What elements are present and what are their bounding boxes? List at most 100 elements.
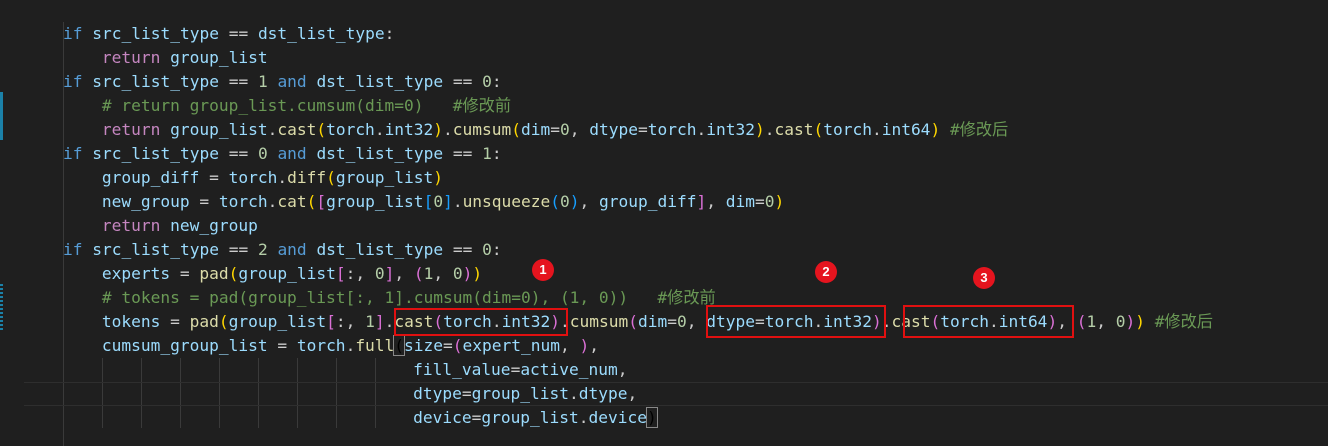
code-token: = bbox=[160, 312, 190, 331]
code-token: dim bbox=[638, 312, 668, 331]
code-token: 1 bbox=[423, 264, 434, 283]
code-token: return bbox=[101, 216, 161, 235]
code-token: ) bbox=[1135, 312, 1145, 331]
code-token: 0 bbox=[374, 264, 385, 283]
code-token: = bbox=[461, 384, 472, 403]
code-token: ( bbox=[550, 192, 561, 211]
code-line[interactable]: group_diff = torch.diff(group_list) bbox=[102, 166, 443, 190]
code-token: ( bbox=[628, 312, 639, 331]
code-token: experts bbox=[101, 264, 171, 283]
code-token: ) bbox=[774, 192, 785, 211]
code-token: : bbox=[491, 240, 502, 259]
code-token: == bbox=[218, 24, 258, 43]
code-line[interactable]: return new_group bbox=[102, 214, 258, 238]
code-line[interactable]: return group_list bbox=[102, 46, 268, 70]
code-token: = bbox=[443, 336, 453, 355]
code-token: ( bbox=[1076, 312, 1087, 331]
code-token: new_group bbox=[170, 216, 258, 235]
code-token: == bbox=[443, 144, 483, 163]
code-token: active_num bbox=[520, 360, 618, 379]
code-token: 0 bbox=[560, 192, 570, 211]
code-token: ( bbox=[511, 120, 522, 139]
modified-line-marker[interactable] bbox=[0, 284, 3, 332]
code-token: , bbox=[627, 384, 638, 403]
code-token: dst_list_type bbox=[316, 72, 444, 91]
code-token: 0 bbox=[482, 72, 492, 91]
modified-line-marker[interactable] bbox=[0, 92, 3, 140]
code-token: == bbox=[218, 72, 258, 91]
code-token: cumsum bbox=[569, 312, 629, 331]
code-token: ) bbox=[462, 264, 473, 283]
code-line[interactable]: if src_list_type == dst_list_type: bbox=[63, 22, 394, 46]
code-token: cumsum_group_list bbox=[101, 336, 268, 355]
code-line[interactable]: cumsum_group_list = torch.full(size=(exp… bbox=[102, 334, 599, 358]
code-token: [ bbox=[335, 264, 346, 283]
code-token: = bbox=[199, 168, 229, 187]
code-token: ) bbox=[646, 407, 658, 428]
code-token: , bbox=[589, 336, 599, 355]
code-token: . bbox=[267, 192, 278, 211]
code-token: return bbox=[101, 48, 161, 67]
code-token: 0 bbox=[1115, 312, 1126, 331]
code-token: . bbox=[452, 192, 463, 211]
code-line[interactable]: if src_list_type == 2 and dst_list_type … bbox=[63, 238, 502, 262]
code-token: torch bbox=[218, 192, 268, 211]
code-token: 2 bbox=[257, 240, 268, 259]
code-line[interactable]: if src_list_type == 1 and dst_list_type … bbox=[63, 70, 502, 94]
code-line[interactable]: new_group = torch.cat([group_list[0].uns… bbox=[102, 190, 784, 214]
code-token: dtype bbox=[413, 384, 462, 403]
code-token: ( bbox=[228, 264, 239, 283]
code-line[interactable]: fill_value=active_num, bbox=[413, 358, 627, 382]
code-token: ) bbox=[930, 120, 941, 139]
code-token: ) bbox=[1125, 312, 1136, 331]
code-token: ( bbox=[813, 120, 824, 139]
code-line[interactable]: dtype=group_list.dtype, bbox=[413, 382, 637, 406]
code-token: dtype bbox=[589, 120, 639, 139]
code-token: src_list_type bbox=[92, 144, 219, 163]
code-token: and bbox=[277, 240, 307, 259]
code-token: expert_num bbox=[462, 336, 560, 355]
code-token: ( bbox=[326, 168, 336, 187]
code-line[interactable]: # tokens = pad(group_list[:, 1].cumsum(d… bbox=[102, 286, 716, 310]
code-token: dtype bbox=[578, 384, 628, 403]
code-token: ) bbox=[472, 264, 483, 283]
code-token: = bbox=[471, 408, 482, 427]
code-token: ( bbox=[452, 336, 463, 355]
code-token: pad bbox=[199, 264, 229, 283]
code-token: and bbox=[277, 72, 307, 91]
code-token: 0 bbox=[452, 264, 463, 283]
code-token: = bbox=[638, 120, 648, 139]
code-token: cat bbox=[277, 192, 307, 211]
code-token: # return group_list.cumsum(dim=0) #修改前 bbox=[101, 96, 512, 115]
code-line[interactable]: # return group_list.cumsum(dim=0) #修改前 bbox=[102, 94, 511, 118]
code-line[interactable]: return group_list.cast(torch.int32).cums… bbox=[102, 118, 1008, 142]
code-token: ) bbox=[754, 120, 765, 139]
code-token: if bbox=[63, 144, 83, 163]
code-token: torch bbox=[647, 120, 697, 139]
code-token: ) bbox=[433, 168, 444, 187]
code-token: group_diff bbox=[599, 192, 697, 211]
code-line[interactable]: device=group_list.device) bbox=[413, 406, 658, 430]
code-line[interactable]: if src_list_type == 0 and dst_list_type … bbox=[63, 142, 502, 166]
code-token: = bbox=[170, 264, 200, 283]
code-token: ( bbox=[413, 264, 424, 283]
code-line[interactable]: experts = pad(group_list[:, 0], (1, 0)) bbox=[102, 262, 482, 286]
code-editor[interactable]: if src_list_type == dst_list_type: return… bbox=[0, 0, 1328, 446]
code-token: = bbox=[550, 120, 561, 139]
highlight-box-2 bbox=[706, 305, 886, 338]
code-token: full bbox=[355, 336, 395, 355]
code-token: size bbox=[404, 336, 444, 355]
code-token: , bbox=[706, 192, 726, 211]
code-token: , bbox=[560, 336, 580, 355]
